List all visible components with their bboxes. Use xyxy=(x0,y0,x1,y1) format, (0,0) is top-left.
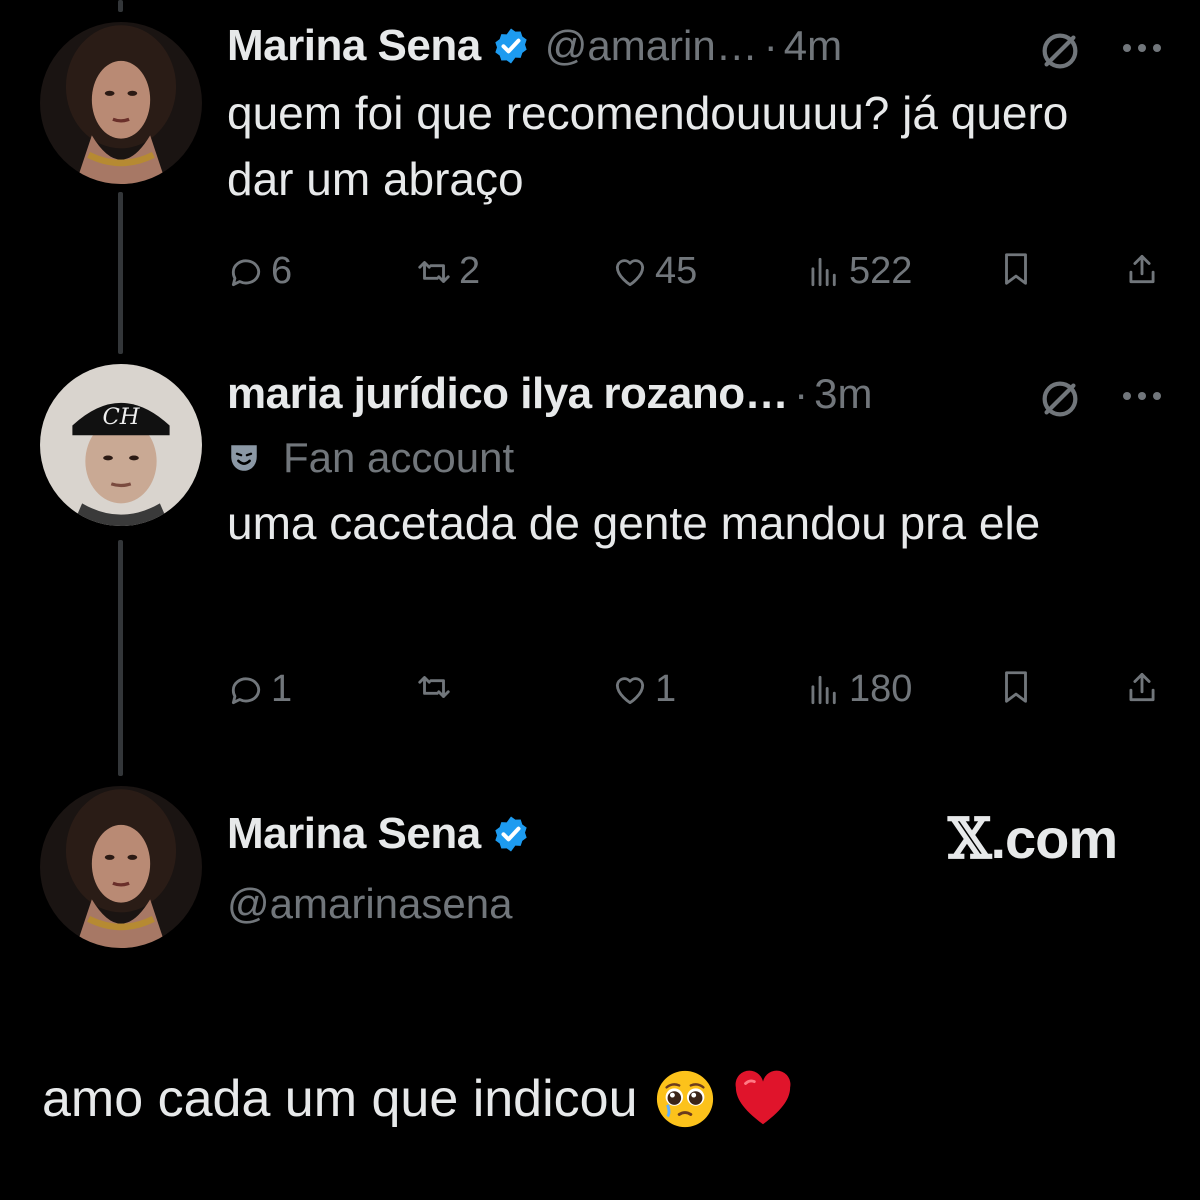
more-icon[interactable] xyxy=(1117,28,1167,68)
share-button[interactable] xyxy=(1123,250,1167,288)
bookmark-button[interactable] xyxy=(997,668,1041,706)
x-com-watermark: 𝕏.com xyxy=(948,806,1118,872)
tweet-text: quem foi que recomendouuuuu? já quero da… xyxy=(227,87,1069,205)
red-heart-emoji xyxy=(735,1070,790,1125)
reply-count: 6 xyxy=(271,250,293,292)
reply-icon xyxy=(231,258,261,286)
tweet-text: uma cacetada de gente mandou pra ele xyxy=(227,497,1041,549)
theater-mask-icon xyxy=(231,445,257,471)
repost-button[interactable]: 2 xyxy=(415,250,480,293)
views-icon xyxy=(811,675,836,704)
site-domain: .com xyxy=(990,807,1118,870)
author-name[interactable]: Marina Sena xyxy=(227,21,481,71)
views-count: 180 xyxy=(849,668,913,710)
timestamp[interactable]: 3m xyxy=(814,370,872,418)
views-count: 522 xyxy=(849,250,913,292)
tweet-2-actions: 1 1 180 xyxy=(227,668,1170,718)
like-count: 1 xyxy=(655,668,677,710)
author-handle[interactable]: @amarinasena xyxy=(227,880,512,928)
tweet-1[interactable]: Marina Sena @amarin… · 4m quem foi que r… xyxy=(227,16,1170,212)
reply-count: 1 xyxy=(271,668,293,710)
x-logo-icon: 𝕏 xyxy=(948,806,991,872)
post-caption: amo cada um que indicou xyxy=(42,1068,794,1130)
views-button[interactable]: 180 xyxy=(805,668,912,711)
avatar-fan-account[interactable]: CH xyxy=(40,364,202,526)
grok-icon[interactable] xyxy=(1037,28,1083,74)
timestamp[interactable]: 4m xyxy=(784,22,842,70)
svg-text:CH: CH xyxy=(102,404,140,430)
bookmark-button[interactable] xyxy=(997,250,1041,288)
views-icon xyxy=(811,257,836,286)
separator-dot: · xyxy=(794,370,809,417)
fan-account-label: Fan account xyxy=(283,434,515,481)
tweet-2[interactable]: maria jurídico ilya rozano… · 3m Fan acc… xyxy=(227,364,1170,556)
tweet-1-actions: 6 2 45 522 xyxy=(227,250,1170,300)
share-button[interactable] xyxy=(1123,668,1167,706)
bookmark-icon xyxy=(1005,253,1027,285)
author-name[interactable]: maria jurídico ilya rozano… xyxy=(227,369,789,419)
repost-icon xyxy=(418,260,450,283)
like-button[interactable]: 45 xyxy=(611,250,697,293)
author-name[interactable]: Marina Sena xyxy=(227,809,481,859)
caption-text: amo cada um que indicou xyxy=(42,1070,638,1128)
thread-line-1 xyxy=(118,192,123,354)
author-handle[interactable]: @amarin… xyxy=(545,22,758,70)
verified-badge-icon xyxy=(495,816,527,852)
repost-button[interactable] xyxy=(415,668,459,706)
separator-dot: · xyxy=(763,22,778,69)
share-icon xyxy=(1129,672,1155,702)
repost-icon xyxy=(418,676,450,698)
avatar-marina[interactable] xyxy=(40,22,202,184)
reply-button[interactable]: 6 xyxy=(227,250,292,293)
heart-icon xyxy=(615,258,645,286)
like-count: 45 xyxy=(655,250,698,292)
bookmark-icon xyxy=(1005,671,1027,703)
pleading-face-emoji xyxy=(656,1070,713,1128)
like-button[interactable]: 1 xyxy=(611,668,676,711)
thread-line-2 xyxy=(118,540,123,776)
views-button[interactable]: 522 xyxy=(805,250,912,293)
share-icon xyxy=(1129,254,1155,284)
avatar-marina-card[interactable] xyxy=(40,786,202,948)
grok-icon[interactable] xyxy=(1037,376,1083,422)
reply-icon xyxy=(231,676,261,704)
reply-button[interactable]: 1 xyxy=(227,668,292,711)
more-icon[interactable] xyxy=(1117,376,1167,416)
verified-badge-icon xyxy=(495,28,527,64)
repost-count: 2 xyxy=(459,250,481,292)
thread-line-top xyxy=(118,0,123,12)
heart-icon xyxy=(615,676,645,704)
